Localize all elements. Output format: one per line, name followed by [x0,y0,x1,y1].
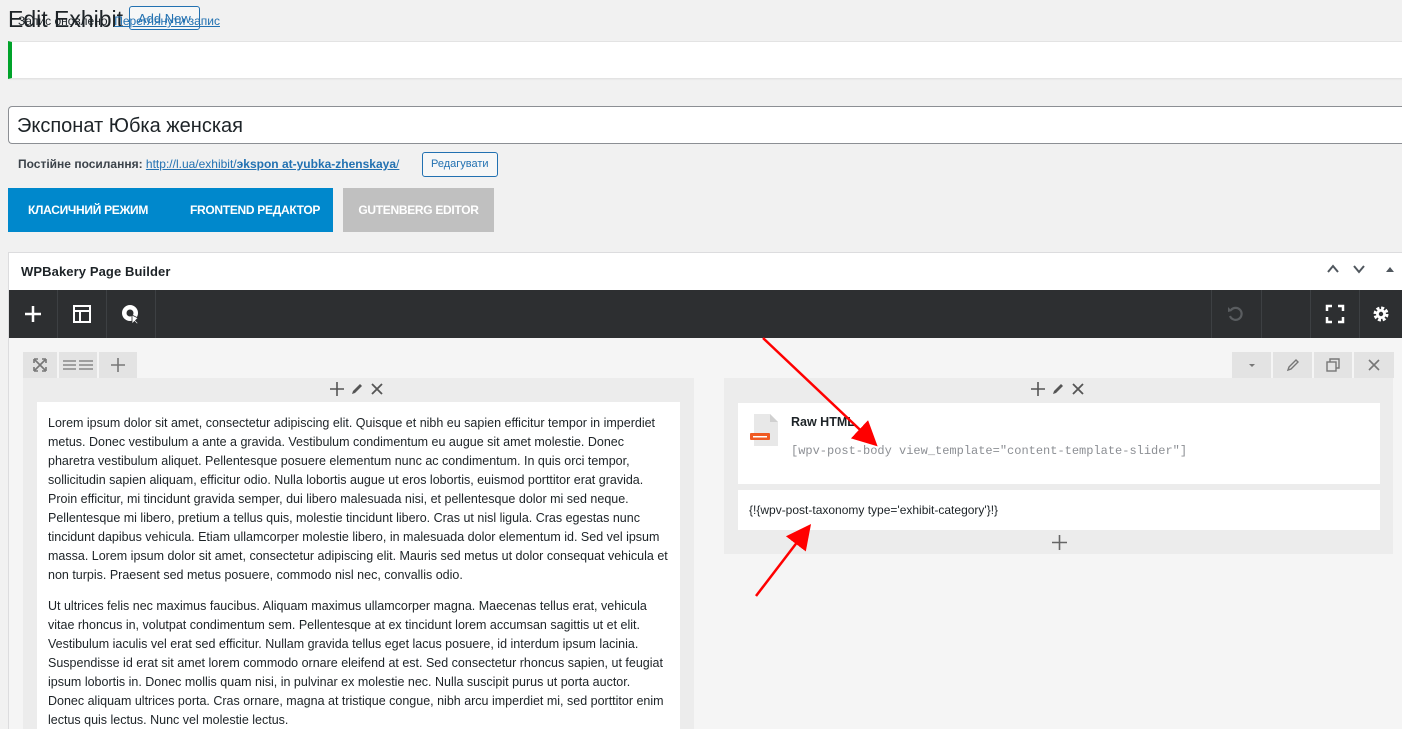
annotation-arrow [755,524,812,597]
annotation-arrow [762,337,878,447]
annotation-arrows [755,337,878,597]
